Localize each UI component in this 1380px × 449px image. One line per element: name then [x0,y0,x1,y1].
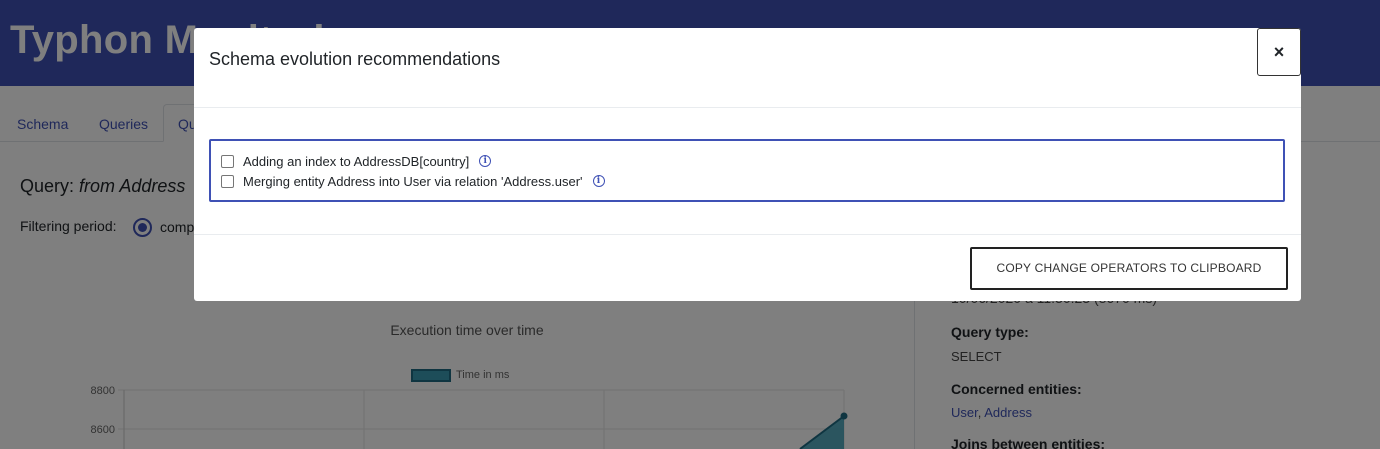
recommendation-label: Merging entity Address into User via rel… [243,173,583,189]
copy-operators-button[interactable]: COPY CHANGE OPERATORS TO CLIPBOARD [970,247,1288,290]
recommendation-checkbox[interactable] [221,154,234,168]
close-button[interactable]: × [1257,28,1301,76]
recommendation-item: Merging entity Address into User via rel… [221,172,605,190]
modal-header: Schema evolution recommendations × [194,28,1301,108]
recommendations-list: Adding an index to AddressDB[country] i … [209,139,1285,202]
recommendation-label: Adding an index to AddressDB[country] [243,153,470,169]
close-icon: × [1273,42,1285,62]
modal-title: Schema evolution recommendations [209,49,501,69]
info-icon[interactable]: i [479,155,492,167]
info-icon[interactable]: i [592,175,605,187]
modal-body: Adding an index to AddressDB[country] i … [194,108,1301,234]
modal-footer: COPY CHANGE OPERATORS TO CLIPBOARD [194,234,1301,301]
recommendation-item: Adding an index to AddressDB[country] i [221,152,492,170]
recommendation-checkbox[interactable] [221,174,234,188]
recommendations-modal: Schema evolution recommendations × Addin… [194,28,1301,301]
